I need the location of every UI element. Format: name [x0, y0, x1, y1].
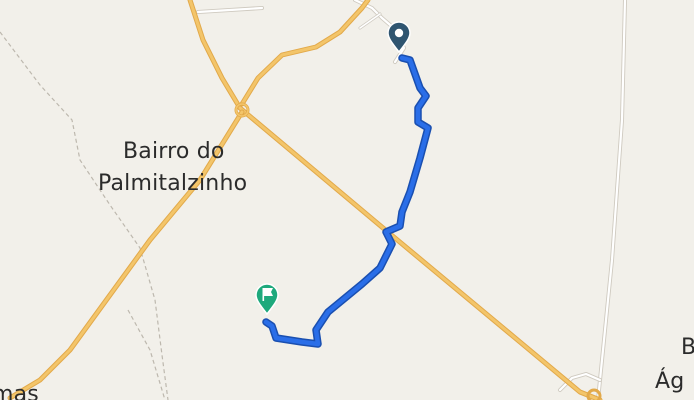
destination-marker[interactable]: [255, 283, 279, 316]
place-label-line1: Bairro do: [123, 139, 225, 164]
dirt-track: [127, 309, 166, 400]
map-pin-icon: [387, 21, 411, 54]
place-label-edge-left: mas: [0, 382, 39, 400]
highway: [239, 0, 371, 107]
place-label-edge-right: Ág: [655, 369, 685, 394]
minor-road: [596, 0, 627, 400]
start-marker[interactable]: [387, 21, 411, 54]
dirt-track: [0, 31, 169, 400]
map-roads-layer: [0, 0, 627, 400]
place-label-edge-right: B: [681, 335, 694, 360]
map-canvas[interactable]: Bairro do Palmitalzinho B Ág mas: [0, 0, 694, 400]
place-label-line2: Palmitalzinho: [98, 171, 248, 196]
highway: [187, 0, 243, 111]
